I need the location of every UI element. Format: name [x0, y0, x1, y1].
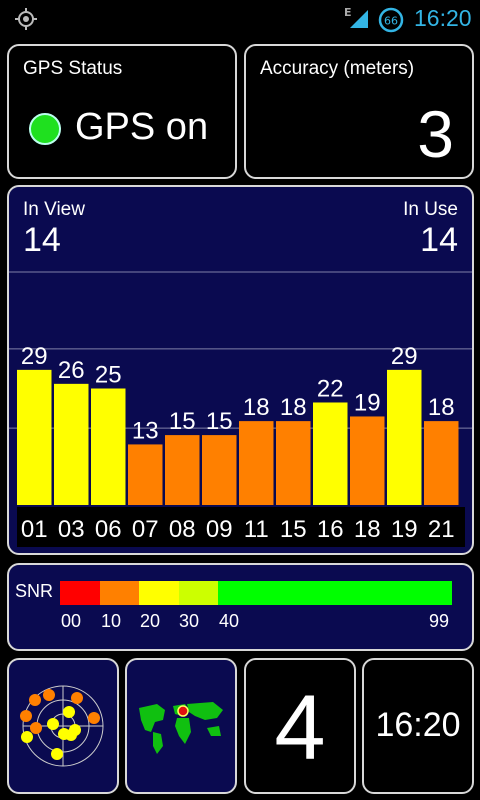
satellite-bar [202, 435, 237, 505]
satellite-id-label: 06 [95, 516, 122, 543]
bar-value-label: 25 [95, 362, 122, 389]
accuracy-panel[interactable]: Accuracy (meters) 3 [244, 44, 474, 179]
sky-plot-icon [20, 685, 104, 767]
sky-plot-tile[interactable] [7, 658, 119, 794]
satellite-bar [313, 402, 348, 505]
satellite-bar [350, 416, 385, 505]
accuracy-value: 3 [417, 97, 454, 171]
satellite-bar [54, 383, 89, 505]
battery-icon: 66 [378, 7, 404, 33]
battery-level: 66 [384, 15, 398, 28]
satellite-count-tile[interactable]: 4 [244, 658, 356, 794]
in-use-value: 14 [420, 221, 458, 259]
time-tile[interactable]: 16:20 [362, 658, 474, 794]
snr-scale-segment [178, 581, 219, 605]
satellite-id-label: 03 [58, 516, 85, 543]
satellite-id-label: 16 [317, 516, 344, 543]
satellite-id-label: 19 [391, 516, 418, 543]
snr-tick: 99 [429, 611, 450, 631]
in-use-label: In Use [403, 199, 458, 220]
snr-scale-segment [99, 581, 140, 605]
snr-color-scale [60, 581, 452, 605]
satellite-bar [165, 435, 200, 505]
bar-value-label: 29 [391, 343, 418, 370]
bar-value-label: 19 [354, 389, 381, 416]
gps-locate-icon [15, 8, 37, 30]
satellite-bar [387, 369, 422, 505]
snr-legend-panel[interactable]: SNR 00 10 20 30 40 99 [7, 563, 474, 651]
satellite-count-value: 4 [274, 677, 326, 779]
satellites-panel[interactable]: 29 01 26 03 25 06 13 07 15 08 15 09 18 11 18 15 22 16 19 18… [7, 185, 474, 555]
gps-indicator-icon [29, 113, 61, 145]
satellite-bar [239, 421, 274, 505]
world-map-icon [139, 702, 223, 754]
snr-label: SNR [15, 581, 54, 601]
satellite-bar [17, 369, 52, 505]
time-value: 16:20 [375, 706, 461, 744]
snr-scale-segment [218, 581, 452, 605]
satellite-id-label: 01 [21, 516, 48, 543]
snr-scale-segment [60, 581, 100, 605]
bar-value-label: 26 [58, 357, 85, 384]
satellite-id-label: 21 [428, 516, 455, 543]
satellite-bar [128, 444, 163, 505]
snr-bar-chart: 29 01 26 03 25 06 13 07 15 08 15 09 18 11 18 15 22 16 19 18… [9, 271, 472, 547]
satellite-bar [276, 421, 311, 505]
world-map-tile[interactable] [125, 658, 237, 794]
satellite-id-label: 07 [132, 516, 159, 543]
status-clock: 16:20 [414, 5, 472, 31]
snr-tick: 00 [61, 611, 82, 631]
status-bar: E 66 16:20 [0, 0, 480, 38]
snr-tick: 20 [140, 611, 161, 631]
snr-tick: 40 [219, 611, 240, 631]
satellite-bar [91, 388, 126, 505]
gps-status-value: GPS on [75, 106, 209, 148]
satellite-id-label: 08 [169, 516, 196, 543]
gps-status-title: GPS Status [23, 58, 123, 79]
bar-value-label: 18 [243, 394, 270, 421]
bar-value-label: 15 [206, 408, 233, 435]
gps-status-panel[interactable]: GPS Status GPS on [7, 44, 237, 179]
accuracy-title: Accuracy (meters) [260, 58, 415, 79]
bar-value-label: 18 [428, 394, 455, 421]
in-view-value: 14 [23, 221, 61, 259]
satellite-bar [424, 421, 459, 505]
satellite-id-label: 09 [206, 516, 233, 543]
cell-signal-icon [350, 10, 368, 28]
satellite-id-label: 11 [244, 516, 269, 543]
bar-value-label: 13 [132, 417, 159, 444]
snr-tick: 10 [101, 611, 122, 631]
in-view-label: In View [23, 199, 85, 220]
satellite-id-label: 15 [280, 516, 307, 543]
snr-scale-segment [139, 581, 179, 605]
bar-value-label: 29 [21, 343, 48, 370]
bar-value-label: 15 [169, 408, 196, 435]
bar-value-label: 18 [280, 394, 307, 421]
snr-tick: 30 [179, 611, 200, 631]
bar-value-label: 22 [317, 375, 344, 402]
satellite-id-label: 18 [354, 516, 381, 543]
